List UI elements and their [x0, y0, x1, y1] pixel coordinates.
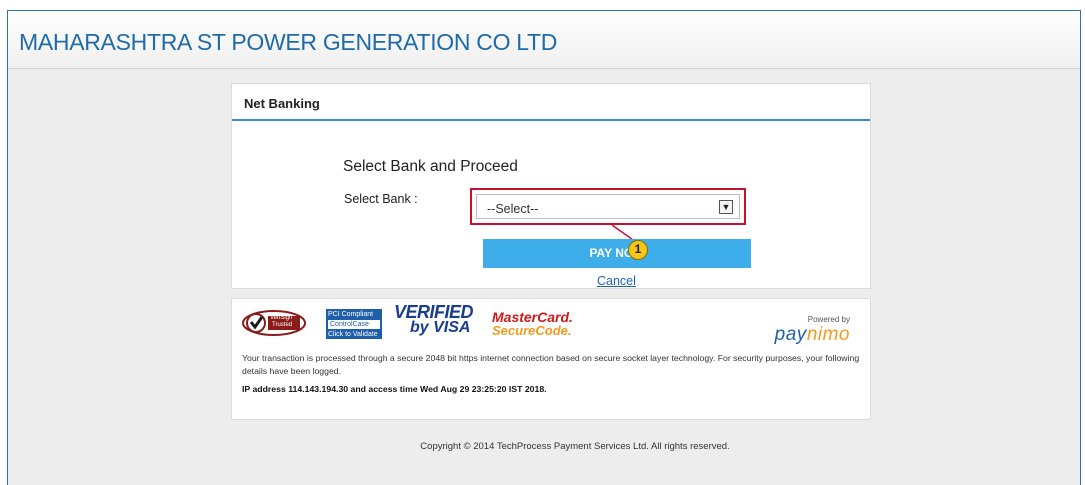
- verisign-text-1: VeriSign: [270, 315, 293, 321]
- security-notice: Your transaction is processed through a …: [242, 353, 860, 376]
- powered-by-paynimo: Powered by paynimo: [775, 315, 850, 346]
- verified-by-visa-logo: VERIFIED by VISA: [394, 302, 474, 339]
- pci-compliant-logo: PCI Compliant ControlCase Click to Valid…: [326, 309, 382, 339]
- pci-top-text: PCI Compliant: [328, 311, 374, 318]
- trust-logos: VeriSign Trusted PCI Compliant ControlCa…: [242, 302, 862, 345]
- browser-frame: MAHARASHTRA ST POWER GENERATION CO LTD N…: [7, 10, 1081, 485]
- company-name: MAHARASHTRA ST POWER GENERATION CO LTD: [19, 29, 558, 55]
- mastercard-securecode-logo: MasterCard. SecureCode.: [492, 310, 582, 341]
- verisign-text-2: Trusted: [272, 322, 293, 328]
- pci-bottom-text: Click to Validate: [328, 331, 378, 338]
- verisign-logo: VeriSign Trusted: [242, 309, 306, 337]
- callout-badge: 1: [628, 240, 648, 260]
- pci-mid-text: ControlCase: [328, 320, 380, 329]
- cancel-link[interactable]: Cancel: [597, 274, 636, 288]
- security-info-card: VeriSign Trusted PCI Compliant ControlCa…: [231, 298, 871, 420]
- visa-text-2: by VISA: [410, 319, 471, 336]
- pay-now-button[interactable]: PAY NOW: [483, 239, 751, 268]
- paynimo-nimo: nimo: [806, 324, 850, 345]
- powered-by-label: Powered by: [807, 315, 850, 324]
- mc-text-2: SecureCode.: [492, 323, 572, 338]
- net-banking-card: Net Banking Select Bank and Proceed Sele…: [231, 83, 871, 289]
- copyright-text: Copyright © 2014 TechProcess Payment Ser…: [420, 441, 730, 452]
- paynimo-logo: paynimo: [775, 324, 850, 346]
- visa-text-1: VERIFIED: [394, 302, 474, 322]
- ip-address-log: IP address 114.143.194.30 and access tim…: [242, 384, 547, 394]
- page-header: MAHARASHTRA ST POWER GENERATION CO LTD: [8, 11, 1080, 69]
- paynimo-pay: pay: [774, 324, 807, 345]
